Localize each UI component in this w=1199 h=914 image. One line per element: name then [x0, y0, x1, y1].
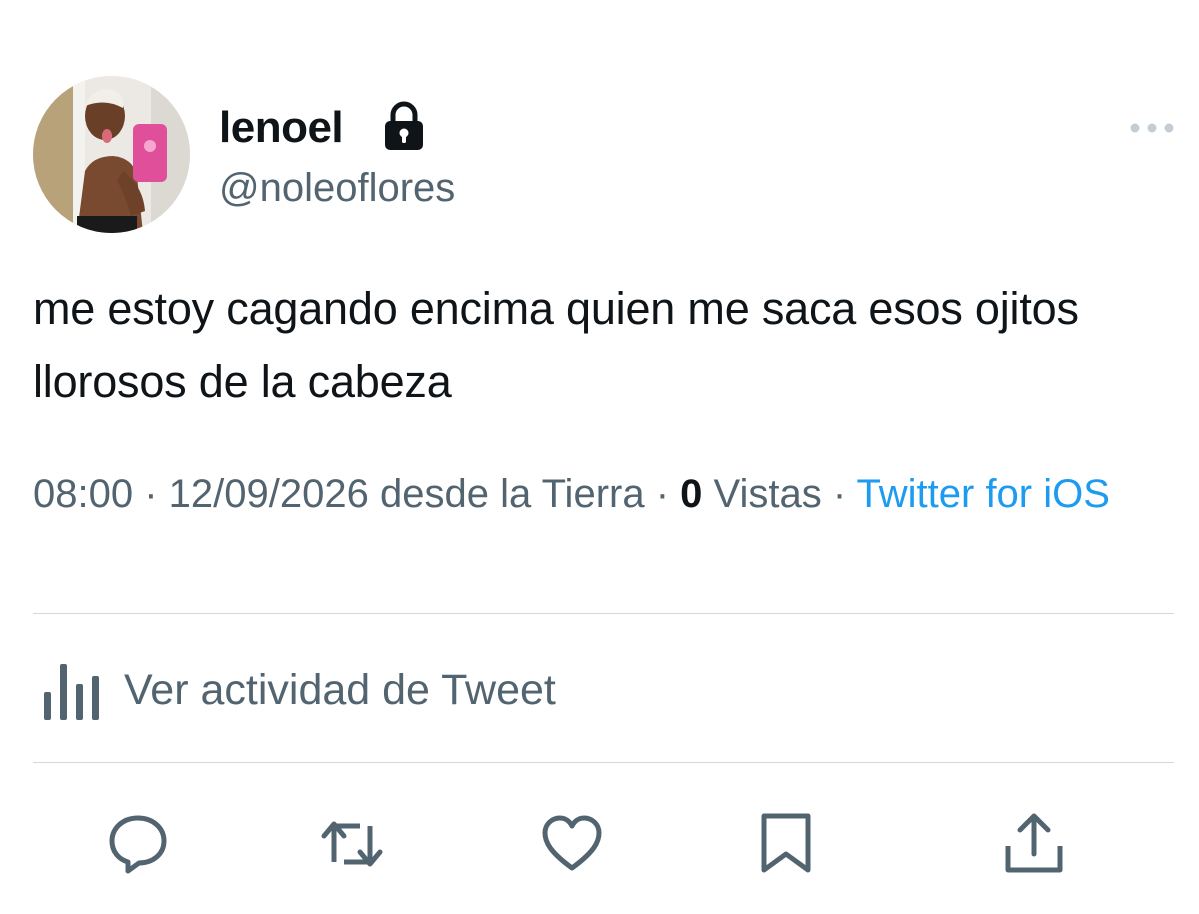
tweet-time[interactable]: 08:00 — [33, 472, 133, 516]
bookmark-icon — [761, 813, 811, 873]
meta-separator: · — [133, 472, 169, 516]
bookmark-button[interactable] — [754, 812, 818, 876]
views-label: Vistas — [713, 472, 822, 516]
retweet-icon — [321, 821, 383, 867]
profile-photo — [33, 76, 190, 233]
reply-icon — [109, 815, 167, 874]
heart-icon — [542, 815, 602, 871]
tweet-location: desde la Tierra — [379, 472, 645, 516]
tweet-activity-label: Ver actividad de Tweet — [124, 665, 556, 714]
avatar[interactable] — [33, 76, 190, 233]
tweet-date[interactable]: 12/09/2026 — [169, 472, 369, 516]
divider — [33, 762, 1174, 763]
reply-button[interactable] — [106, 812, 170, 876]
more-options-icon[interactable] — [1124, 113, 1180, 143]
share-button[interactable] — [1002, 812, 1066, 876]
tweet-source-link[interactable]: Twitter for iOS — [857, 472, 1110, 516]
like-button[interactable] — [540, 812, 604, 876]
meta-separator: · — [821, 472, 857, 516]
tweet-detail: lenoel @noleoflores me estoy cagando enc… — [0, 0, 1199, 914]
retweet-button[interactable] — [320, 812, 384, 876]
tweet-meta: 08:00 · 12/09/2026 desde la Tierra · 0 V… — [33, 466, 1168, 523]
views-count: 0 — [680, 472, 703, 516]
divider — [33, 613, 1174, 614]
share-icon — [1005, 813, 1063, 873]
meta-separator: · — [644, 472, 681, 516]
tweet-text: me estoy cagando encima quien me saca es… — [33, 283, 1079, 407]
lock-icon — [385, 101, 423, 150]
tweet-activity-button[interactable]: Ver actividad de Tweet — [40, 655, 556, 725]
analytics-icon — [44, 664, 99, 720]
user-handle[interactable]: @noleoflores — [219, 163, 455, 213]
display-name[interactable]: lenoel — [219, 100, 344, 156]
